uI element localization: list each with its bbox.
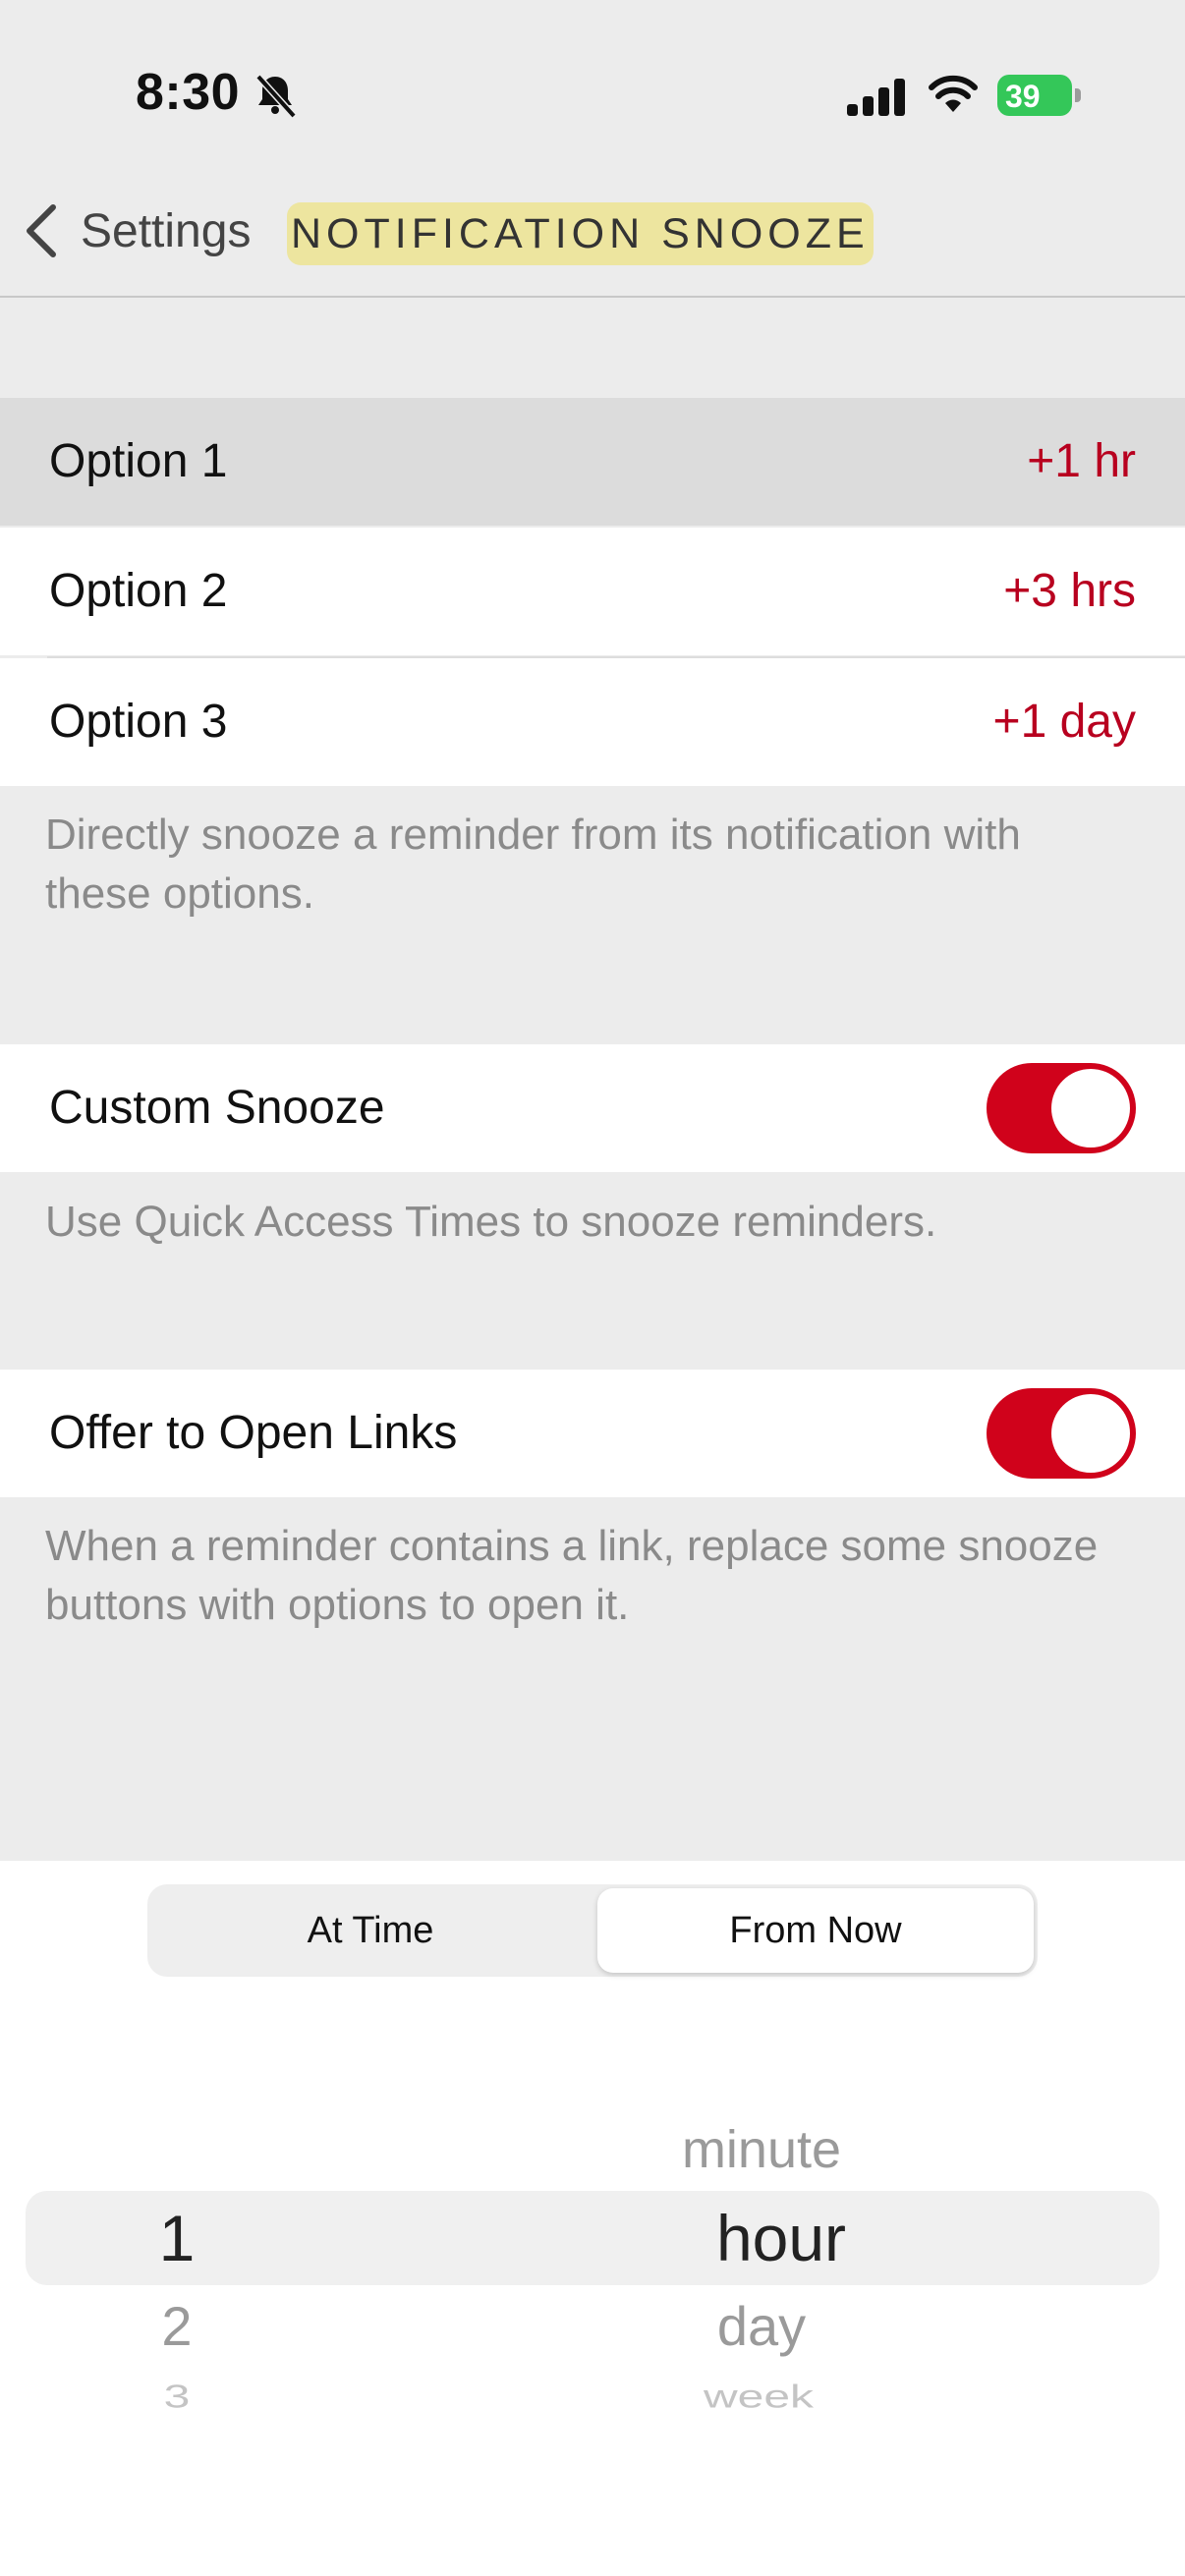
offer-links-footer: When a reminder contains a link, replace… bbox=[45, 1522, 1099, 1629]
mode-segmented-control: At Time From Now bbox=[147, 1884, 1038, 1977]
unit-wheel-item-week[interactable]: week bbox=[562, 2379, 955, 2415]
page-title: NOTIFICATION SNOOZE bbox=[287, 202, 874, 265]
nav-divider bbox=[0, 296, 1185, 298]
segment-from-now[interactable]: From Now bbox=[597, 1888, 1034, 1973]
option-value: +1 hr bbox=[1027, 435, 1136, 487]
bell-slash-icon bbox=[255, 74, 297, 119]
snooze-option-row-1[interactable]: Option 1 +1 hr bbox=[0, 398, 1185, 526]
battery-indicator: 39 bbox=[997, 75, 1082, 116]
battery-level: 39 bbox=[1005, 79, 1041, 114]
custom-snooze-footer: Use Quick Access Times to snooze reminde… bbox=[45, 1198, 937, 1246]
segment-at-time[interactable]: At Time bbox=[151, 1888, 590, 1973]
back-button-label: Settings bbox=[81, 204, 252, 257]
option-label: Option 1 bbox=[49, 435, 228, 487]
option-label: Option 2 bbox=[49, 565, 228, 617]
unit-wheel-item-minute[interactable]: minute bbox=[565, 2120, 958, 2179]
snooze-options-footer: Directly snooze a reminder from its noti… bbox=[45, 811, 1021, 918]
offer-links-row: Offer to Open Links bbox=[0, 1370, 1185, 1497]
number-wheel-item-1[interactable]: 1 bbox=[128, 2199, 226, 2277]
custom-snooze-label: Custom Snooze bbox=[49, 1082, 385, 1134]
custom-snooze-row: Custom Snooze bbox=[0, 1044, 1185, 1172]
snooze-option-row-3[interactable]: Option 3 +1 day bbox=[0, 658, 1185, 786]
unit-wheel-item-day[interactable]: day bbox=[565, 2297, 958, 2356]
unit-wheel-item-hour[interactable]: hour bbox=[585, 2199, 978, 2277]
option-value: +3 hrs bbox=[1003, 565, 1136, 617]
custom-snooze-toggle[interactable] bbox=[987, 1063, 1136, 1153]
offer-links-toggle[interactable] bbox=[987, 1388, 1136, 1479]
option-value: +1 day bbox=[992, 696, 1136, 748]
number-wheel-item-2[interactable]: 2 bbox=[128, 2297, 226, 2356]
snooze-option-row-2[interactable]: Option 2 +3 hrs bbox=[0, 528, 1185, 655]
number-wheel-item-3[interactable]: 3 bbox=[128, 2379, 226, 2415]
cellular-signal-icon bbox=[847, 79, 905, 116]
offer-links-label: Offer to Open Links bbox=[49, 1407, 458, 1459]
wifi-icon bbox=[929, 75, 978, 112]
option-label: Option 3 bbox=[49, 696, 228, 748]
status-time: 8:30 bbox=[136, 64, 241, 121]
back-button[interactable]: Settings bbox=[24, 196, 251, 265]
chevron-left-icon bbox=[27, 204, 56, 257]
